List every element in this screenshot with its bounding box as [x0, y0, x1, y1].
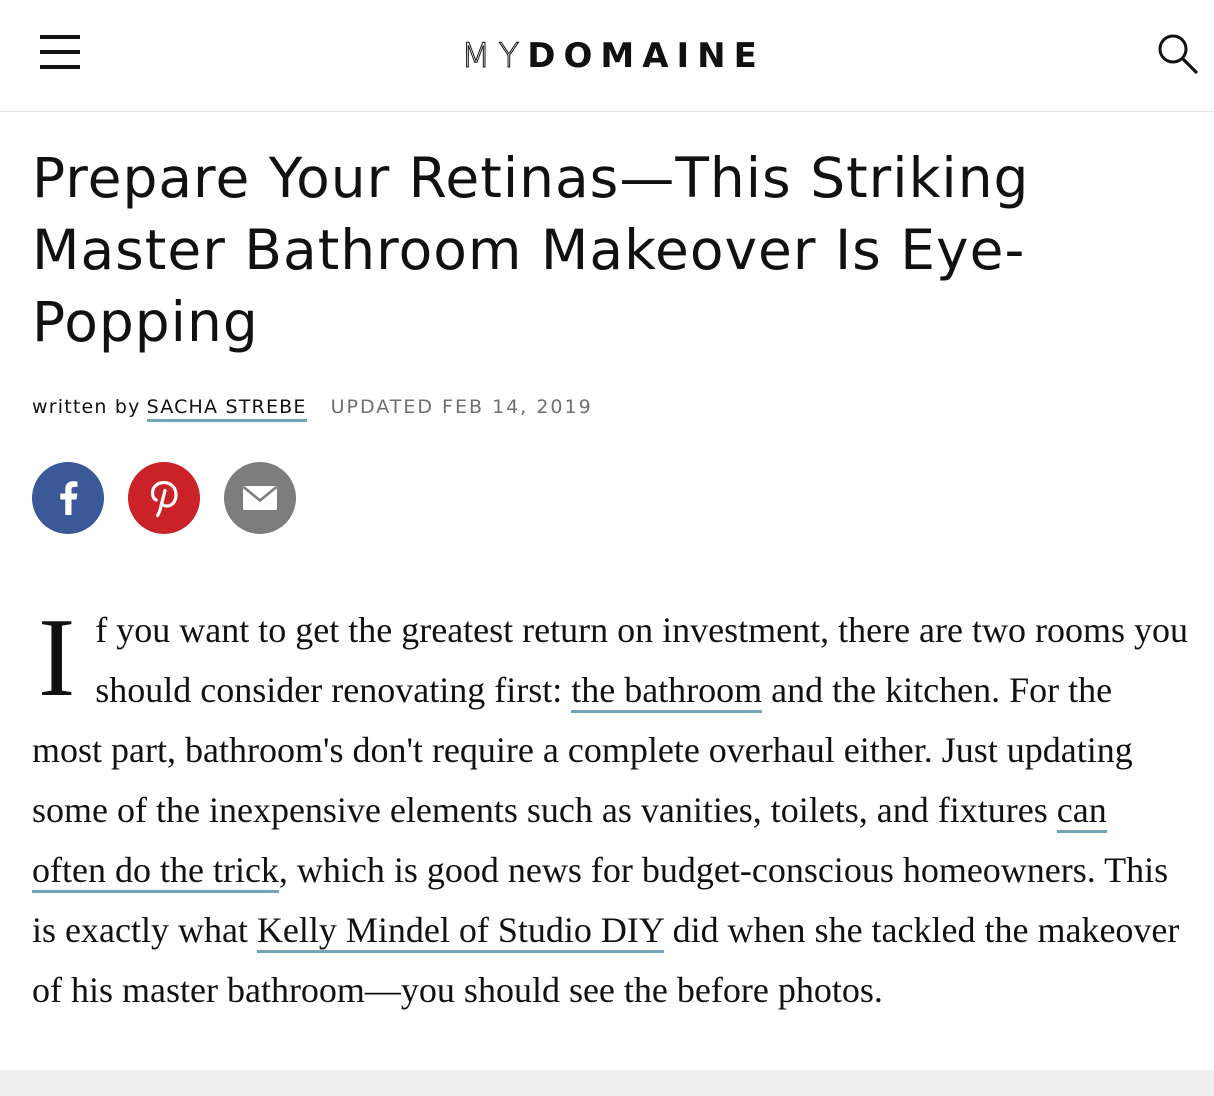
- link-kelly-mindel-studio-diy[interactable]: Kelly Mindel of Studio DIY: [256, 910, 664, 953]
- article-body: If you want to get the greatest return o…: [32, 600, 1188, 1020]
- updated-date: UPDATED FEB 14, 2019: [330, 396, 593, 418]
- author-link[interactable]: SACHA STREBE: [146, 396, 307, 422]
- facebook-share-button[interactable]: [32, 462, 104, 534]
- email-share-button[interactable]: [224, 462, 296, 534]
- email-icon: [242, 485, 278, 510]
- drop-cap: I: [38, 596, 76, 720]
- bottom-bar: [0, 1070, 1214, 1096]
- pinterest-share-button[interactable]: [128, 462, 200, 534]
- link-the-bathroom[interactable]: the bathroom: [571, 670, 763, 713]
- article-headline: Prepare Your Retinas—This Striking Maste…: [32, 146, 1030, 354]
- facebook-icon: [60, 481, 78, 515]
- written-by-label: written by: [32, 396, 141, 418]
- byline: written by SACHA STREBE UPDATED FEB 14, 20…: [32, 393, 593, 422]
- logo-domaine: DOMAINE: [527, 36, 765, 76]
- site-logo[interactable]: MYDOMAINE: [0, 32, 1214, 78]
- pinterest-icon: [150, 480, 178, 518]
- logo-my: MY: [461, 36, 528, 77]
- search-icon[interactable]: [1156, 32, 1200, 76]
- site-header: MYDOMAINE: [0, 0, 1214, 112]
